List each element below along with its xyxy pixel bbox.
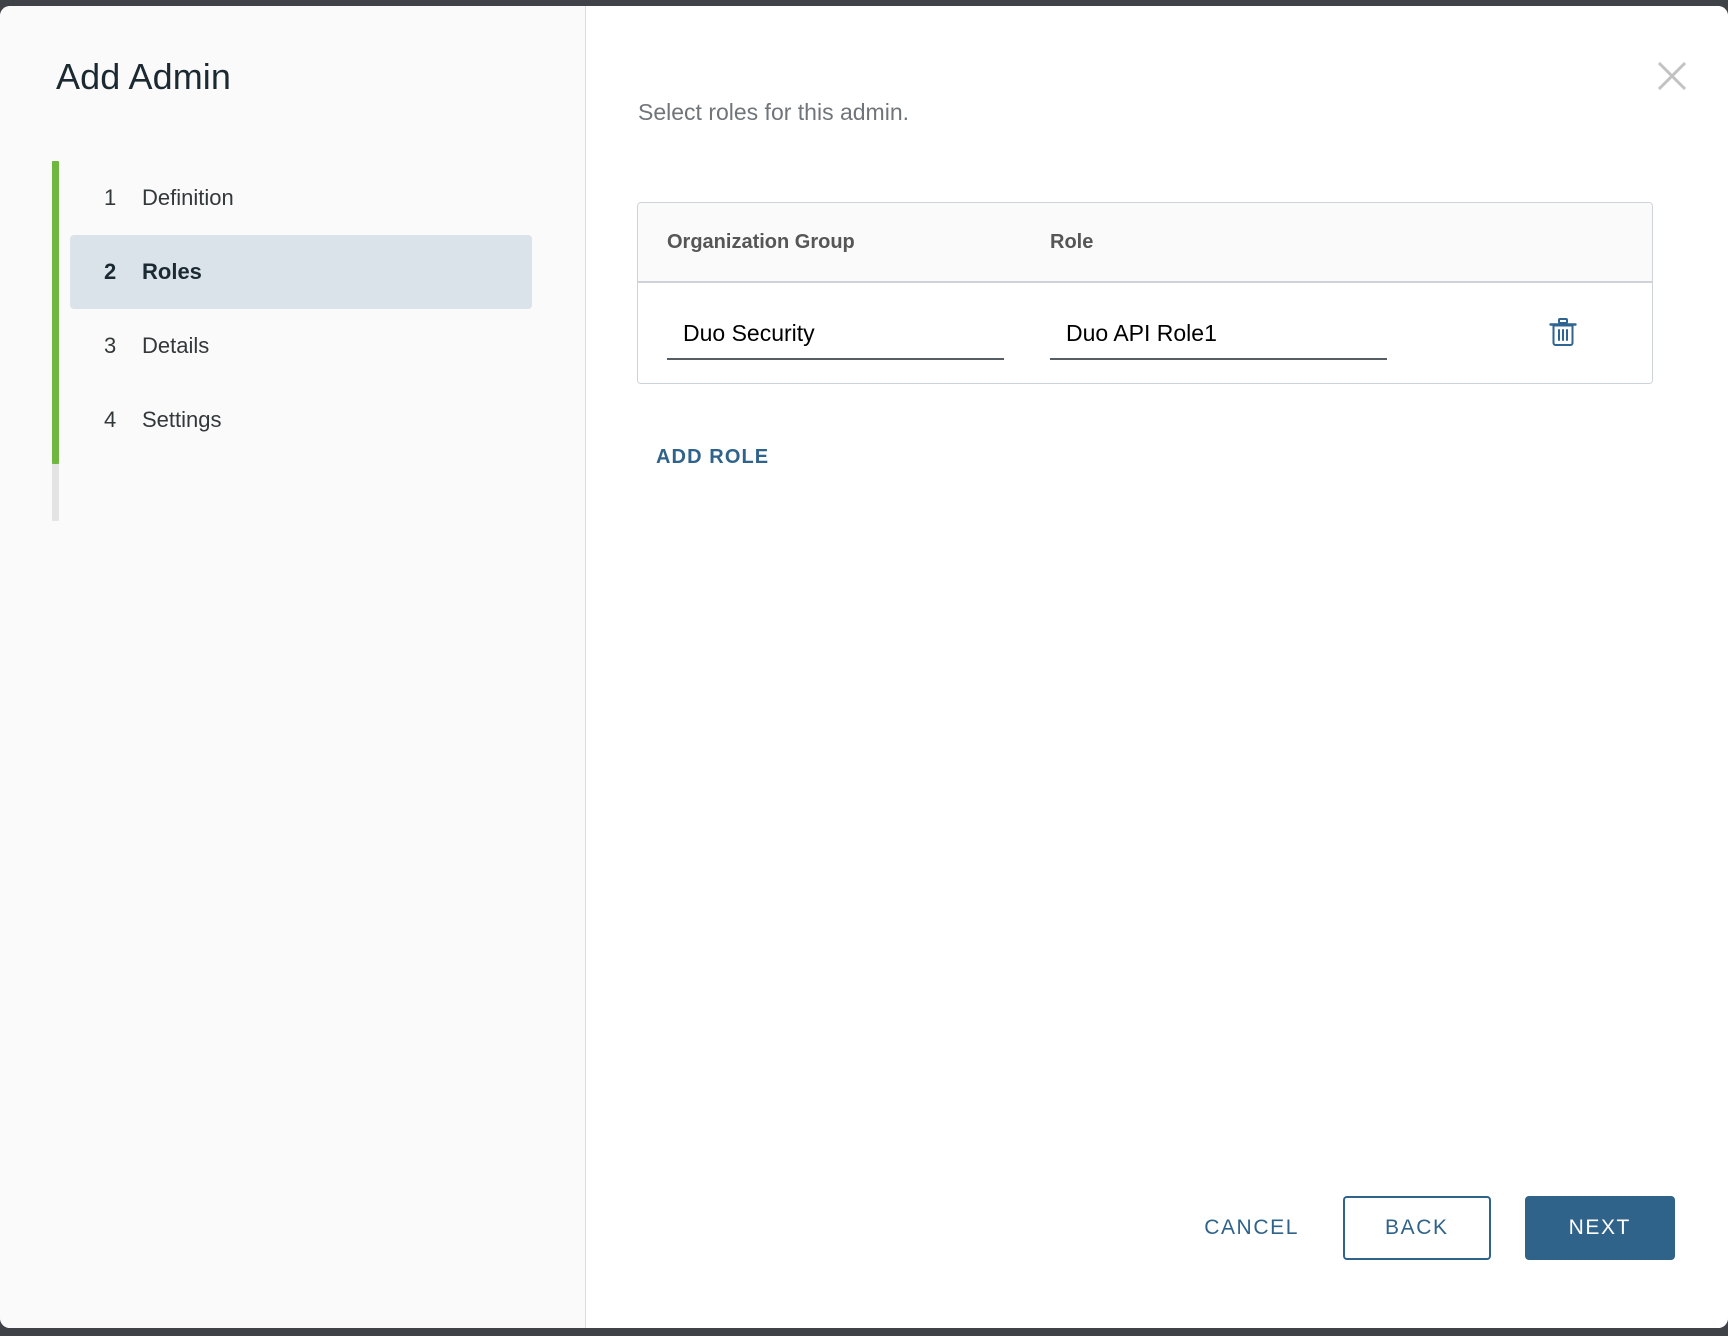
page-title: Add Admin bbox=[56, 56, 231, 98]
table-header-row: Organization Group Role bbox=[638, 203, 1652, 283]
sidebar-item-settings[interactable]: 4 Settings bbox=[70, 383, 532, 457]
sidebar-item-details[interactable]: 3 Details bbox=[70, 309, 532, 383]
organization-group-input[interactable] bbox=[667, 320, 1004, 360]
wizard-content: Select roles for this admin. Organizatio… bbox=[586, 6, 1728, 1328]
cancel-button[interactable]: CANCEL bbox=[1182, 1202, 1321, 1254]
step-number: 2 bbox=[104, 259, 142, 285]
sidebar-item-label: Roles bbox=[142, 259, 202, 285]
wizard-sidebar: Add Admin 1 Definition 2 Roles 3 Details… bbox=[0, 6, 586, 1328]
wizard-progress-fill bbox=[52, 161, 59, 464]
roles-table: Organization Group Role bbox=[637, 202, 1653, 384]
cell-actions bbox=[1530, 311, 1652, 355]
sidebar-item-label: Details bbox=[142, 333, 209, 359]
sidebar-item-definition[interactable]: 1 Definition bbox=[70, 161, 532, 235]
close-button[interactable] bbox=[1644, 48, 1700, 104]
sidebar-item-roles[interactable]: 2 Roles bbox=[70, 235, 532, 309]
column-header-role: Role bbox=[1050, 231, 1530, 254]
close-icon bbox=[1655, 59, 1689, 93]
trash-icon bbox=[1549, 317, 1577, 350]
footer-actions: CANCEL BACK NEXT bbox=[1182, 1196, 1675, 1260]
sidebar-item-label: Definition bbox=[142, 185, 234, 211]
wizard-steps: 1 Definition 2 Roles 3 Details 4 Setting… bbox=[70, 161, 532, 457]
add-role-link[interactable]: ADD ROLE bbox=[656, 446, 769, 469]
wizard-progress-rail bbox=[52, 161, 59, 521]
cell-role bbox=[1050, 306, 1530, 360]
sidebar-item-label: Settings bbox=[142, 407, 222, 433]
table-row bbox=[638, 283, 1652, 383]
column-header-organization-group: Organization Group bbox=[638, 231, 1050, 254]
delete-role-button[interactable] bbox=[1541, 311, 1585, 355]
instruction-text: Select roles for this admin. bbox=[638, 99, 909, 126]
role-input[interactable] bbox=[1050, 320, 1387, 360]
step-number: 4 bbox=[104, 407, 142, 433]
back-button[interactable]: BACK bbox=[1343, 1196, 1491, 1260]
cell-organization-group bbox=[638, 306, 1050, 360]
next-button[interactable]: NEXT bbox=[1525, 1196, 1675, 1260]
step-number: 3 bbox=[104, 333, 142, 359]
step-number: 1 bbox=[104, 185, 142, 211]
add-admin-modal: Add Admin 1 Definition 2 Roles 3 Details… bbox=[0, 6, 1728, 1328]
